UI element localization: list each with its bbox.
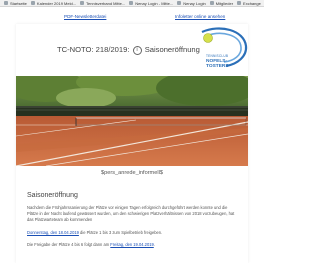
paragraph-friday-end: . [153, 242, 155, 247]
bookmark-item[interactable]: Kalender 2019 Meld... [30, 1, 76, 6]
thursday-date-link[interactable]: Donnerstag, den 18.04.2019 [27, 230, 79, 235]
section-title: Saisoneröffnung [27, 192, 78, 199]
newsletter-card: TC-NOTO: 218/2019: i Saisoneröffnung TEN… [16, 24, 248, 263]
paragraph-thursday-text: die Plätze 1 bis 3 zum Spielbetrieb frei… [78, 230, 163, 235]
bookmark-icon [30, 1, 35, 5]
title-prefix: TC-NOTO: 218/2019: [57, 45, 130, 54]
paragraph-intro: Nachdem die Frühjahrssanierung der Plätz… [27, 205, 235, 222]
friday-date-link[interactable]: Freitag, den 19.04.2019 [110, 242, 153, 247]
bookmark-icon [4, 1, 8, 5]
tennis-ball-icon [203, 33, 213, 43]
bookmark-item[interactable]: Tennisverband Mitte... [80, 1, 125, 6]
paragraph-thursday: Donnerstag, den 18.04.2019 die Plätze 1 … [27, 230, 239, 236]
bookmark-item[interactable]: Startseite [4, 1, 27, 6]
newsletter-title: TC-NOTO: 218/2019: i Saisoneröffnung [57, 45, 200, 55]
paragraph-friday-text: Die Freigabe der Plätze 4 bis 6 folgt da… [27, 242, 111, 247]
club-logo-text: TENNISCLUB NOFELS-TOSTERS [206, 54, 248, 69]
bookmark-icon [209, 1, 214, 5]
bookmark-item[interactable]: Nenay Login [177, 1, 206, 6]
bookmark-icon [80, 1, 85, 5]
bookmark-icon [129, 1, 134, 5]
logo-line-2: NOFELS-TOSTERS [206, 59, 229, 69]
personalized-greeting: $pers_anrede_informell$ [101, 170, 163, 176]
newsletter-header: TC-NOTO: 218/2019: i Saisoneröffnung TEN… [16, 24, 248, 72]
paragraph-friday: Die Freigabe der Plätze 4 bis 6 folgt da… [27, 242, 239, 248]
view-online-link[interactable]: Infoletter online ansehen [175, 14, 225, 19]
newsletter-top-links: PDF-Newsletterdatei Infoletter online an… [0, 14, 264, 22]
bookmark-item[interactable]: Nenay Login - Mitte... [129, 1, 173, 6]
info-icon: i [132, 45, 142, 55]
bookmark-icon [237, 1, 242, 5]
bookmarks-bar: Startseite Kalender 2019 Meld... Tennisv… [0, 0, 264, 7]
bookmark-item[interactable]: Mitglieder [209, 1, 233, 6]
bookmark-icon [177, 1, 182, 5]
pdf-newsletter-link[interactable]: PDF-Newsletterdatei [64, 14, 106, 19]
bookmark-item[interactable]: Exchange [237, 1, 261, 6]
tennis-court-photo [16, 76, 248, 166]
